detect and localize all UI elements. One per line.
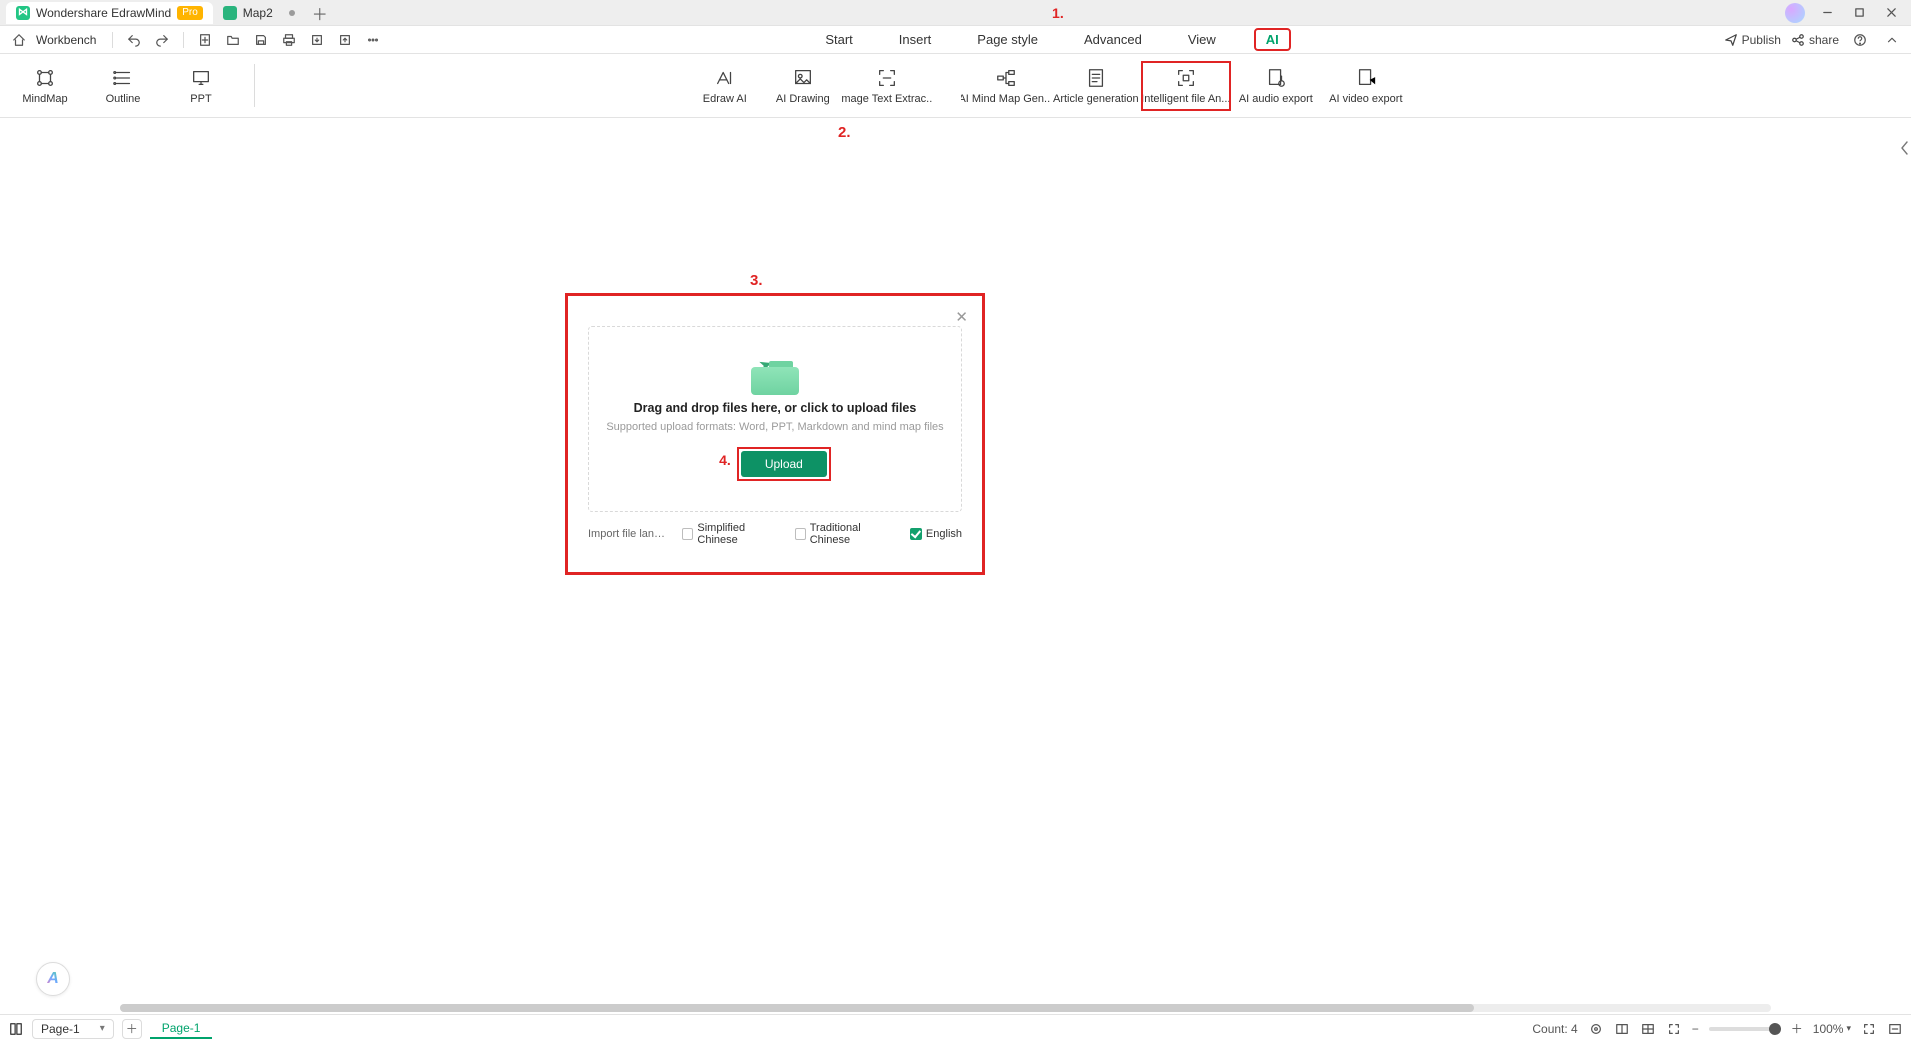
tool-ai-audio-export[interactable]: AI audio export: [1231, 63, 1321, 109]
zoom-slider[interactable]: [1709, 1027, 1781, 1031]
doc-tab-label: Map2: [243, 6, 273, 20]
home-icon[interactable]: [8, 29, 30, 51]
lang-english[interactable]: English: [910, 528, 962, 540]
main-menu: Start Insert Page style Advanced View AI: [384, 28, 1723, 51]
upload-button[interactable]: Upload: [741, 451, 827, 477]
drop-subtitle: Supported upload formats: Word, PPT, Mar…: [606, 421, 943, 433]
window-maximize-button[interactable]: [1845, 2, 1873, 24]
pages-panel-icon[interactable]: [8, 1021, 24, 1037]
callout-4: 4.: [719, 452, 731, 468]
menu-ai[interactable]: AI: [1254, 28, 1291, 51]
right-panel-toggle[interactable]: [1899, 134, 1911, 162]
more-quick-button[interactable]: [362, 29, 384, 51]
page-tab-1[interactable]: Page-1: [150, 1019, 213, 1039]
menu-insert[interactable]: Insert: [891, 28, 940, 51]
fullscreen-icon[interactable]: [1861, 1021, 1877, 1037]
view-outline[interactable]: Outline: [84, 63, 162, 109]
import-language-label: Import file langu...: [588, 528, 668, 540]
undo-button[interactable]: [123, 29, 145, 51]
open-file-button[interactable]: [222, 29, 244, 51]
new-file-button[interactable]: [194, 29, 216, 51]
collapse-ribbon-button[interactable]: [1881, 29, 1903, 51]
chevron-down-icon: ▾: [100, 1023, 105, 1034]
user-avatar[interactable]: [1785, 3, 1805, 23]
tool-ai-drawing[interactable]: AI Drawing: [764, 63, 842, 109]
print-button[interactable]: [278, 29, 300, 51]
add-page-button[interactable]: ＋: [122, 1019, 142, 1039]
layout-split-icon[interactable]: [1614, 1021, 1630, 1037]
tool-ai-mindmap-gen[interactable]: AI Mind Map Gen...: [961, 63, 1051, 109]
tool-image-text-extract[interactable]: Image Text Extrac...: [842, 63, 932, 109]
tool-intelligent-file-analysis[interactable]: Intelligent file An...: [1141, 61, 1231, 111]
pro-badge: Pro: [177, 6, 203, 20]
node-count: Count: 4: [1532, 1022, 1577, 1036]
tool-article-generation[interactable]: Article generation: [1051, 63, 1141, 109]
share-quick-button[interactable]: [334, 29, 356, 51]
status-bar: Page-1 ▾ ＋ Page-1 Count: 4 − ＋ 100%▾: [0, 1014, 1911, 1042]
window-minimize-button[interactable]: [1813, 2, 1841, 24]
callout-2: 2.: [838, 124, 851, 141]
menu-page-style[interactable]: Page style: [969, 28, 1046, 51]
menu-start[interactable]: Start: [817, 28, 860, 51]
workbench-label[interactable]: Workbench: [36, 33, 96, 47]
layout-grid-icon[interactable]: [1640, 1021, 1656, 1037]
callout-1: 1.: [1052, 5, 1064, 21]
import-language-row: Import file langu... Simplified Chinese …: [574, 522, 976, 554]
upload-button-highlight: Upload: [737, 447, 831, 481]
menu-view[interactable]: View: [1180, 28, 1224, 51]
fit-page-icon[interactable]: [1666, 1021, 1682, 1037]
export-button[interactable]: [306, 29, 328, 51]
dialog-close-button[interactable]: ✕: [955, 308, 968, 326]
drop-zone[interactable]: ➤ Drag and drop files here, or click to …: [588, 326, 962, 512]
ai-assistant-fab[interactable]: A: [36, 962, 70, 996]
tool-ai-video-export[interactable]: AI video export: [1321, 63, 1411, 109]
lang-traditional-chinese[interactable]: Traditional Chinese: [795, 522, 896, 546]
collapse-panel-icon[interactable]: [1887, 1021, 1903, 1037]
tool-edraw-ai[interactable]: Edraw AI: [686, 63, 764, 109]
focus-mode-icon[interactable]: [1588, 1021, 1604, 1037]
zoom-value[interactable]: 100%▾: [1813, 1022, 1851, 1036]
doc-icon: [223, 6, 237, 20]
drop-title: Drag and drop files here, or click to up…: [634, 401, 917, 415]
app-logo-icon: ⋈: [16, 6, 30, 20]
canvas[interactable]: 2. 3. ✕ ➤ Drag and drop files here, or c…: [0, 118, 1911, 1014]
ribbon: MindMap Outline PPT Edraw AI AI Drawing …: [0, 54, 1911, 118]
lang-simplified-chinese[interactable]: Simplified Chinese: [682, 522, 780, 546]
app-name: Wondershare EdrawMind: [36, 6, 171, 20]
folder-upload-icon: ➤: [751, 357, 799, 395]
zoom-slider-knob[interactable]: [1769, 1023, 1781, 1035]
upload-dialog: ✕ ➤ Drag and drop files here, or click t…: [574, 302, 976, 566]
window-close-button[interactable]: [1877, 2, 1905, 24]
redo-button[interactable]: [151, 29, 173, 51]
share-button[interactable]: share: [1791, 33, 1839, 47]
menu-advanced[interactable]: Advanced: [1076, 28, 1150, 51]
app-title-tab[interactable]: ⋈ Wondershare EdrawMind Pro: [6, 2, 213, 24]
horizontal-scrollbar[interactable]: [120, 1004, 1771, 1012]
save-button[interactable]: [250, 29, 272, 51]
callout-3: 3.: [750, 272, 763, 289]
scrollbar-thumb[interactable]: [120, 1004, 1474, 1012]
unsaved-indicator-icon: [289, 10, 295, 16]
view-ppt[interactable]: PPT: [162, 63, 240, 109]
document-tab[interactable]: Map2: [213, 2, 305, 24]
zoom-in-button[interactable]: ＋: [1791, 1020, 1803, 1037]
new-tab-button[interactable]: ＋: [309, 2, 331, 24]
zoom-out-button[interactable]: −: [1692, 1022, 1699, 1036]
quickbar-and-menu: Workbench Start Insert Page style Advanc…: [0, 26, 1911, 54]
view-mindmap[interactable]: MindMap: [6, 63, 84, 109]
page-selector[interactable]: Page-1 ▾: [32, 1019, 114, 1039]
help-button[interactable]: [1849, 29, 1871, 51]
title-bar: ⋈ Wondershare EdrawMind Pro Map2 ＋ 1.: [0, 0, 1911, 26]
publish-button[interactable]: Publish: [1724, 33, 1781, 47]
upload-dialog-highlight: ✕ ➤ Drag and drop files here, or click t…: [565, 293, 985, 575]
